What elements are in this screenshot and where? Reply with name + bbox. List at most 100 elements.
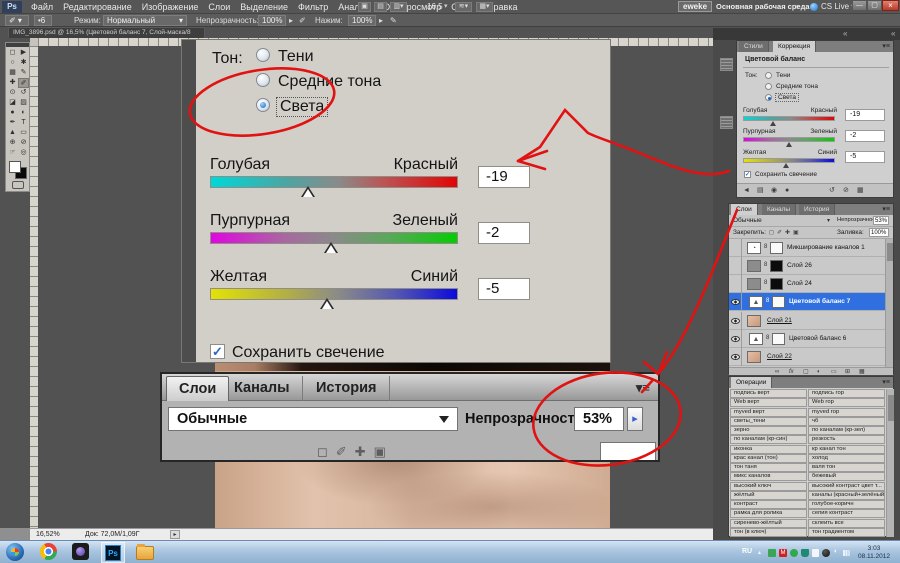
slider1-thumb[interactable] (770, 121, 776, 126)
menu-layers[interactable]: Слои (203, 0, 235, 14)
airbrush-icon[interactable]: ✎ (390, 16, 397, 25)
action-button[interactable]: тон (в ключ) (730, 527, 807, 537)
link-layers-icon[interactable]: ∞ (775, 368, 779, 376)
collapse-dock-icon[interactable]: « (891, 28, 895, 40)
actions-scrollbar[interactable] (886, 389, 894, 537)
mask-thumb[interactable] (770, 260, 783, 272)
hand-tool-icon[interactable]: ☞ (7, 148, 18, 158)
slider1-track[interactable] (210, 176, 458, 188)
eye-icon[interactable] (731, 318, 740, 324)
fill-value[interactable]: 100% (869, 228, 889, 237)
zoom-tool-icon[interactable]: ◎ (18, 148, 29, 158)
action-button[interactable]: Web гор (808, 398, 885, 408)
preserve-luminosity-checkbox[interactable]: ✓ (210, 344, 225, 359)
opacity-value[interactable]: 100% (258, 15, 286, 26)
workspace-user-button[interactable]: eweke (678, 1, 713, 12)
preserve-luminosity-checkbox[interactable]: ✓ (744, 171, 751, 178)
clone-stamp-tool-icon[interactable]: ⊙ (7, 88, 18, 98)
action-button[interactable]: подпись гор (808, 389, 885, 398)
visibility-cell[interactable] (729, 312, 742, 330)
menu-image[interactable]: Изображение (137, 0, 204, 14)
layers-scrollbar[interactable] (885, 239, 893, 367)
shape-tool-icon[interactable]: ▭ (18, 128, 29, 138)
tab-history[interactable]: История (799, 204, 836, 215)
panel-menu-icon[interactable]: ▾≡ (882, 42, 890, 50)
clip-to-layer-icon[interactable]: ◉ (771, 184, 777, 198)
new-layer-icon[interactable]: ⊞ (845, 368, 850, 376)
action-button[interactable]: сепия контраст (808, 509, 885, 519)
action-button[interactable]: микс каналов (730, 472, 807, 482)
mode-select[interactable]: Нормальный ▾ (103, 15, 187, 26)
mask-thumb[interactable] (772, 296, 785, 308)
move-tool-icon[interactable]: ▶ (18, 48, 29, 58)
action-button[interactable]: рамка для ролика (730, 509, 807, 519)
view-previous-icon[interactable]: ↺ (829, 184, 835, 198)
radio-midtones[interactable] (256, 73, 270, 87)
tray-icon-m[interactable]: M (779, 549, 787, 557)
slider3-track[interactable] (210, 288, 458, 300)
tab-adjustments[interactable]: Коррекция (773, 41, 816, 52)
window-minimize-button[interactable]: — (852, 0, 867, 11)
crop-tool-icon[interactable]: ▦ (7, 68, 18, 78)
lock-icons[interactable]: ◻✐✚▣ (769, 229, 802, 236)
status-options-icon[interactable]: ▸ (170, 530, 180, 539)
tab-layers[interactable]: Слои (166, 376, 230, 401)
screen-mode-icon[interactable]: ▦▾ (476, 2, 493, 12)
blur-tool-icon[interactable]: ● (7, 108, 18, 118)
window-close-button[interactable]: × (882, 0, 899, 11)
action-button[interactable]: высокий ключ (730, 481, 807, 491)
action-button[interactable]: холод (808, 453, 885, 463)
delete-adjustment-icon[interactable]: ▦ (857, 184, 864, 198)
menu-select[interactable]: Выделение (235, 0, 293, 14)
add-mask-icon[interactable]: ▢ (803, 368, 809, 376)
scrollbar-thumb[interactable] (888, 395, 894, 421)
expanded-view-icon[interactable]: ▤ (757, 184, 764, 198)
blend-mode-select[interactable]: Обычные (733, 217, 762, 224)
action-button[interactable]: тон градиентом (808, 527, 885, 537)
action-button[interactable]: myved верт (730, 407, 807, 417)
action-button[interactable]: высокий контраст цвет т... (808, 481, 885, 491)
pen-tool-icon[interactable]: ✒ (7, 118, 18, 128)
tray-icon-green-bar[interactable] (768, 549, 776, 557)
radio-highlights[interactable] (765, 94, 772, 101)
opacity-spinner-icon[interactable]: ▸ (627, 407, 643, 431)
action-button[interactable]: по каналам (кр-син) (730, 435, 807, 445)
action-button[interactable]: контраст (730, 500, 807, 509)
zoom-percent[interactable]: 16,52% (36, 531, 60, 538)
tab-channels[interactable]: Каналы (222, 376, 303, 401)
menu-file[interactable]: Файл (26, 0, 58, 14)
slider3-track[interactable] (743, 158, 835, 163)
lasso-tool-icon[interactable]: ○ (7, 58, 18, 68)
action-button[interactable]: каналы (красный+зелёный) (808, 490, 885, 500)
radio-shadows-label[interactable]: Тени (278, 48, 314, 66)
action-button[interactable]: голубое-коричн (808, 500, 885, 509)
radio-shadows[interactable] (765, 72, 772, 79)
tray-network-icon[interactable] (843, 550, 850, 556)
foreground-color-swatch[interactable] (9, 161, 21, 173)
visibility-cell[interactable] (729, 257, 742, 275)
tool-preset-icon[interactable]: ✐ ▾ (5, 15, 29, 26)
radio-midtones[interactable] (765, 83, 772, 90)
layer-thumb[interactable] (747, 278, 761, 290)
visibility-cell[interactable] (729, 293, 742, 311)
slider2-thumb[interactable] (324, 242, 338, 253)
quick-mask-icon[interactable] (12, 181, 24, 189)
action-button[interactable]: резкость (808, 435, 885, 445)
layer-thumb[interactable] (747, 351, 761, 363)
explorer-icon[interactable] (136, 544, 154, 560)
slider1-value[interactable]: -19 (845, 109, 885, 121)
brush-tool-icon[interactable]: ✐ (18, 78, 29, 88)
workspace-more-icon[interactable]: » (794, 1, 799, 11)
layer-style-icon[interactable]: fx (789, 368, 794, 376)
tray-icon-shield[interactable] (801, 549, 809, 557)
action-button[interactable]: подпись верт (730, 389, 807, 398)
slider3-thumb[interactable] (320, 298, 334, 309)
path-select-tool-icon[interactable]: ▲ (7, 128, 18, 138)
collapsed-panel-icon-2[interactable] (720, 116, 733, 129)
color-balance-thumb-icon[interactable]: ▲ (749, 333, 763, 345)
menu-filter[interactable]: Фильтр (293, 0, 333, 14)
action-button[interactable]: кр канал тон (808, 444, 885, 454)
brush-size-preview[interactable]: •6 (34, 15, 52, 26)
document-tab[interactable]: IMG_3896.psd @ 16,5% (Цветовой баланс 7,… (8, 27, 205, 38)
action-button[interactable]: зерно (730, 426, 807, 435)
